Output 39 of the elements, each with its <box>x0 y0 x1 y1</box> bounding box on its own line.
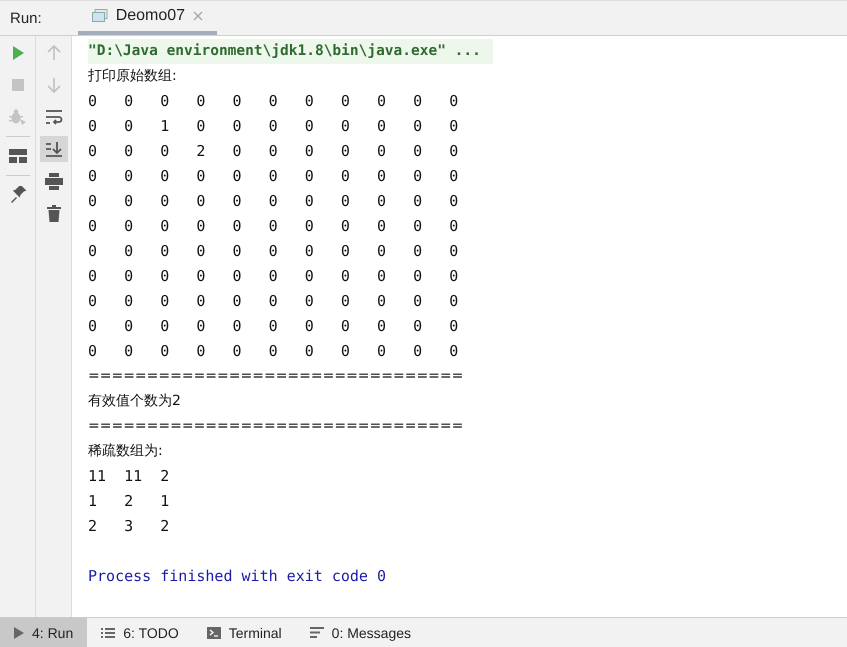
console-line: 0 0 0 2 0 0 0 0 0 0 0 <box>88 142 458 160</box>
run-tab[interactable]: Deomo07 <box>78 1 218 35</box>
console-line: 0 0 0 0 0 0 0 0 0 0 0 <box>88 267 458 285</box>
print-icon[interactable] <box>44 172 62 190</box>
console-line: 0 0 0 0 0 0 0 0 0 0 0 <box>88 217 458 235</box>
run-icon <box>14 626 24 638</box>
trash-icon[interactable] <box>46 204 60 222</box>
run-label: Run: <box>9 10 43 26</box>
console-line: ================================ <box>88 418 464 434</box>
console-line: 打印原始数组: <box>88 68 177 84</box>
console-line: 稀疏数组为: <box>88 443 163 459</box>
soft-wrap-icon[interactable] <box>44 109 62 125</box>
messages-icon <box>310 627 324 638</box>
tool-window-tab[interactable]: 0: Messages <box>296 618 426 647</box>
console-line: 11 11 2 <box>88 467 170 485</box>
console-line: 2 3 2 <box>88 517 170 535</box>
console-line: 1 2 1 <box>88 492 170 510</box>
console-line: ================================ <box>88 368 464 384</box>
console-line: 0 0 1 0 0 0 0 0 0 0 0 <box>88 117 458 135</box>
tool-window-tab[interactable]: Terminal <box>192 618 296 647</box>
tool-window-tab[interactable]: 4: Run <box>0 618 88 647</box>
tool-window-tab[interactable]: 6: TODO <box>87 618 193 647</box>
window-icon <box>92 9 108 23</box>
console-line: 0 0 0 0 0 0 0 0 0 0 0 <box>88 292 458 310</box>
console-line: 0 0 0 0 0 0 0 0 0 0 0 <box>88 342 458 360</box>
console-line: 0 0 0 0 0 0 0 0 0 0 0 <box>88 242 458 260</box>
exit-message: Process finished with exit code 0 <box>88 567 386 585</box>
command-line: "D:\Java environment\jdk1.8\bin\java.exe" ... <box>88 43 481 59</box>
console-line: 0 0 0 0 0 0 0 0 0 0 0 <box>88 317 458 335</box>
console-line: 0 0 0 0 0 0 0 0 0 0 0 <box>88 192 458 210</box>
list-icon <box>101 626 116 638</box>
pin-icon[interactable] <box>8 186 26 204</box>
close-icon[interactable] <box>193 11 204 21</box>
scroll-to-end-icon[interactable] <box>44 141 62 157</box>
console-line: 有效值个数为2 <box>88 393 181 409</box>
terminal-icon <box>206 626 221 638</box>
layout-icon[interactable] <box>8 149 26 163</box>
console-line: 0 0 0 0 0 0 0 0 0 0 0 <box>88 92 458 110</box>
console-line: 0 0 0 0 0 0 0 0 0 0 0 <box>88 167 458 185</box>
